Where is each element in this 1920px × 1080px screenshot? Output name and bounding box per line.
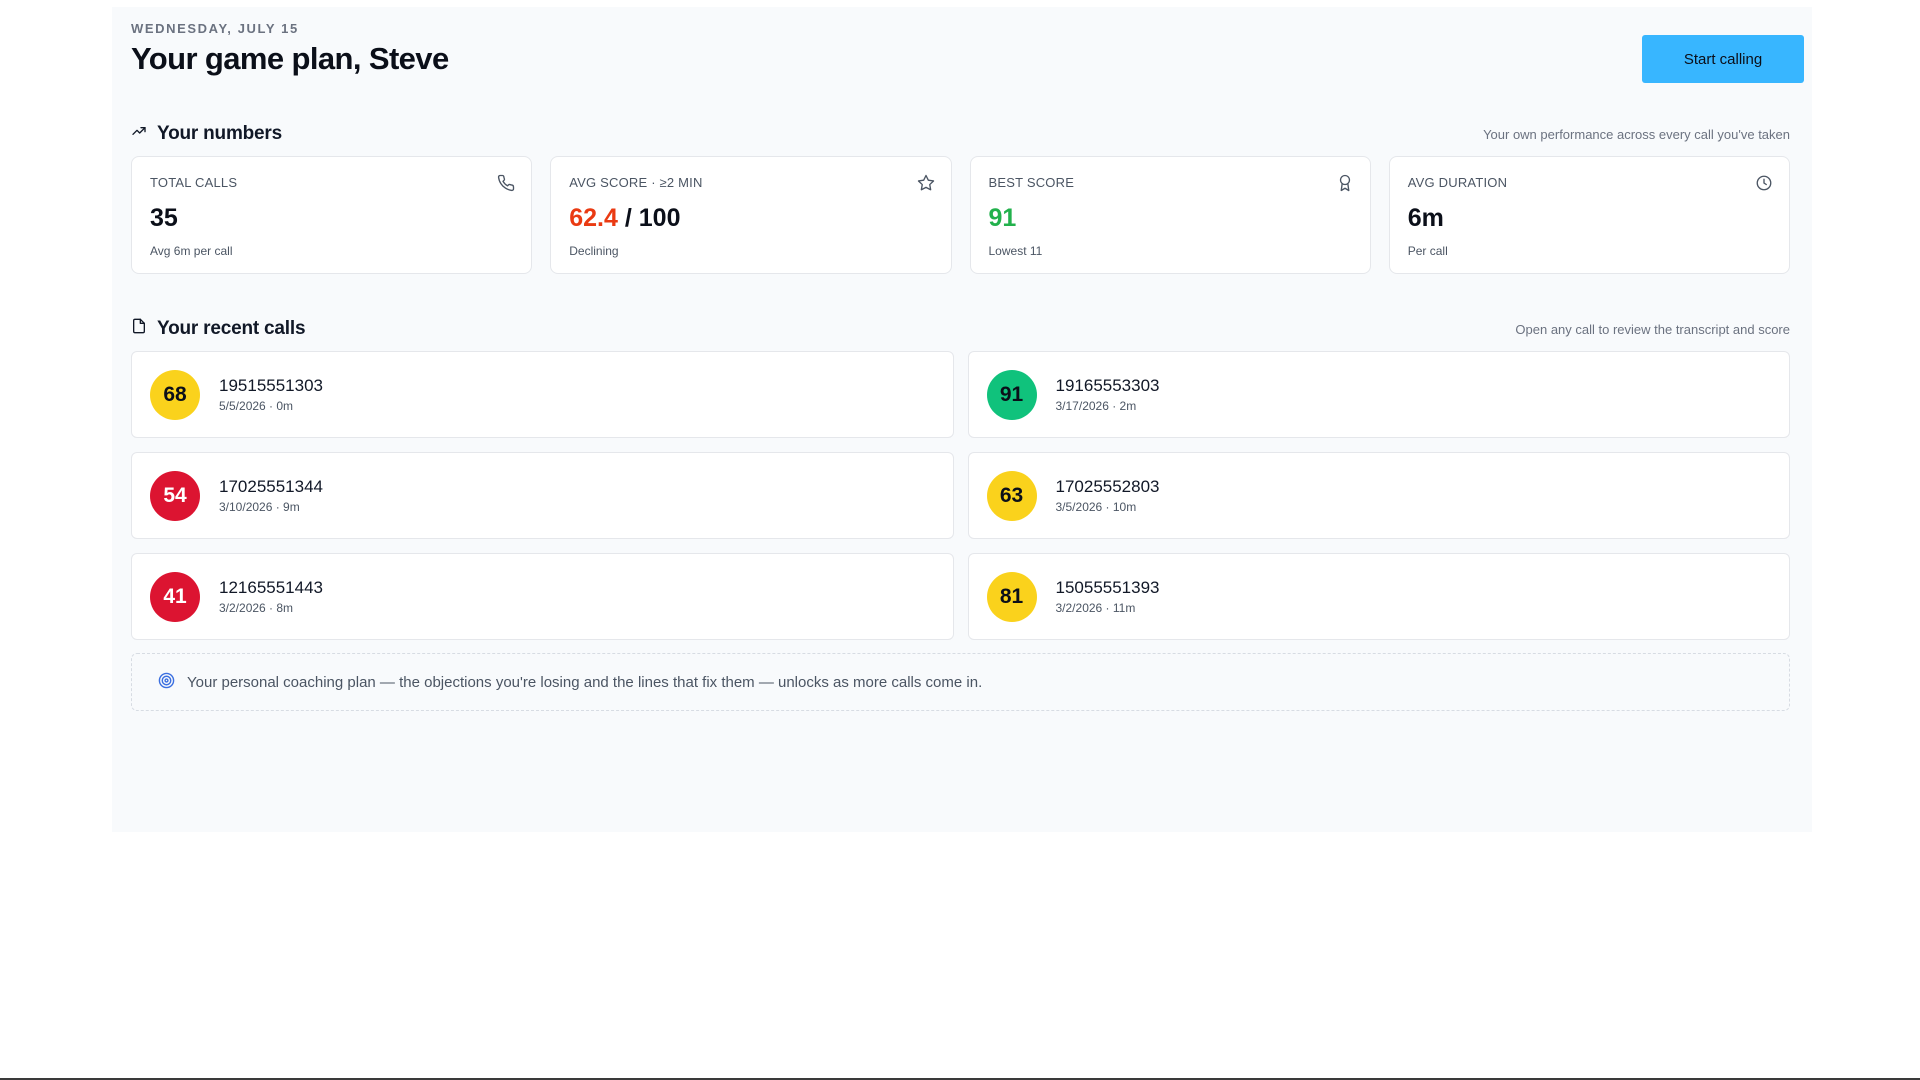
page-title: Your game plan, Steve (131, 41, 449, 76)
call-info: 12165551443 3/2/2026 · 8m (219, 578, 323, 615)
stat-card-avg-score: AVG SCORE · ≥2 MIN 62.4 / 100 Declining (550, 156, 952, 274)
award-icon (1336, 174, 1354, 192)
stat-sub: Lowest 11 (988, 244, 1043, 258)
stat-label: AVG SCORE · ≥2 MIN (569, 175, 703, 190)
call-row[interactable]: 68 19515551303 5/5/2026 · 0m (131, 351, 954, 438)
stats-row: TOTAL CALLS 35 Avg 6m per call AVG SCORE… (131, 156, 1790, 274)
recent-calls-heading: Your recent calls (131, 318, 306, 340)
call-info: 19515551303 5/5/2026 · 0m (219, 376, 323, 413)
trending-up-icon (131, 123, 147, 145)
call-score-badge: 81 (986, 571, 1037, 622)
stat-value: 6m (1407, 204, 1444, 232)
call-row[interactable]: 63 17025552803 3/5/2026 · 10m (967, 452, 1790, 539)
document-icon (131, 318, 147, 340)
call-info: 19165553303 3/17/2026 · 2m (1056, 376, 1160, 413)
star-icon (917, 174, 935, 192)
call-phone: 17025551344 (219, 477, 324, 496)
stat-value: 91 (989, 204, 1352, 234)
call-meta: 3/2/2026 · 8m (219, 601, 294, 615)
clock-icon (1755, 174, 1773, 192)
call-meta: 5/5/2026 · 0m (219, 399, 294, 413)
recent-calls-heading-label: Your recent calls (157, 318, 306, 339)
numbers-heading: Your numbers (131, 123, 282, 145)
call-row[interactable]: 54 17025551344 3/10/2026 · 9m (131, 452, 954, 539)
recent-calls-list: 68 19515551303 5/5/2026 · 0m 91 19165553… (131, 351, 1790, 640)
call-score-badge: 63 (986, 470, 1037, 521)
call-score-badge: 68 (150, 369, 200, 420)
start-calling-button[interactable]: Start calling (1642, 35, 1804, 83)
recent-calls-note: Open any call to review the transcript a… (1515, 322, 1790, 337)
best-score-value: 91 (988, 204, 1017, 232)
phone-icon (497, 174, 515, 192)
call-phone: 15055551393 (1055, 578, 1160, 597)
stat-label: AVG DURATION (1407, 175, 1508, 190)
call-score-badge: 54 (150, 470, 200, 521)
call-phone: 12165551443 (219, 578, 324, 597)
call-phone: 17025552803 (1055, 477, 1160, 496)
call-phone: 19165553303 (1055, 376, 1160, 395)
stat-sub: Avg 6m per call (150, 244, 233, 258)
dashboard-panel: WEDNESDAY, JULY 15 Your game plan, Steve… (112, 7, 1812, 832)
call-row[interactable]: 41 12165551443 3/2/2026 · 8m (131, 553, 954, 640)
call-info: 15055551393 3/2/2026 · 11m (1056, 578, 1160, 615)
call-meta: 3/5/2026 · 10m (1055, 500, 1137, 514)
stat-sub: Declining (569, 244, 619, 258)
stat-sub: Per call (1407, 244, 1448, 258)
stat-card-avg-duration: AVG DURATION 6m Per call (1388, 156, 1790, 274)
call-score-badge: 41 (150, 571, 200, 622)
numbers-note: Your own performance across every call y… (1483, 127, 1790, 142)
call-row[interactable]: 81 15055551393 3/2/2026 · 11m (967, 553, 1790, 640)
stat-value: 35 (150, 204, 178, 232)
avg-score-suffix: / 100 (617, 204, 681, 232)
call-score-badge: 91 (986, 369, 1037, 420)
call-phone: 19515551303 (219, 376, 324, 395)
call-info: 17025551344 3/10/2026 · 9m (219, 477, 323, 514)
call-meta: 3/2/2026 · 11m (1055, 601, 1136, 615)
avg-score-value: 62.4 (569, 204, 618, 232)
call-meta: 3/17/2026 · 2m (1055, 399, 1137, 413)
call-row[interactable]: 91 19165553303 3/17/2026 · 2m (967, 351, 1790, 438)
stat-label: BEST SCORE (988, 175, 1075, 190)
coaching-plan-notice: Your personal coaching plan — the object… (131, 653, 1790, 711)
date-label: WEDNESDAY, JULY 15 (131, 21, 299, 36)
stat-label: TOTAL CALLS (150, 175, 238, 190)
stat-card-total-calls: TOTAL CALLS 35 Avg 6m per call (131, 156, 533, 274)
numbers-heading-label: Your numbers (157, 123, 282, 144)
target-icon (158, 672, 175, 693)
call-meta: 3/10/2026 · 9m (219, 500, 300, 514)
coaching-plan-text: Your personal coaching plan — the object… (187, 673, 983, 691)
stat-value: 62.4 / 100 (569, 204, 932, 234)
call-info: 17025552803 3/5/2026 · 10m (1056, 477, 1160, 514)
stat-card-best-score: BEST SCORE 91 Lowest 11 (969, 156, 1371, 274)
